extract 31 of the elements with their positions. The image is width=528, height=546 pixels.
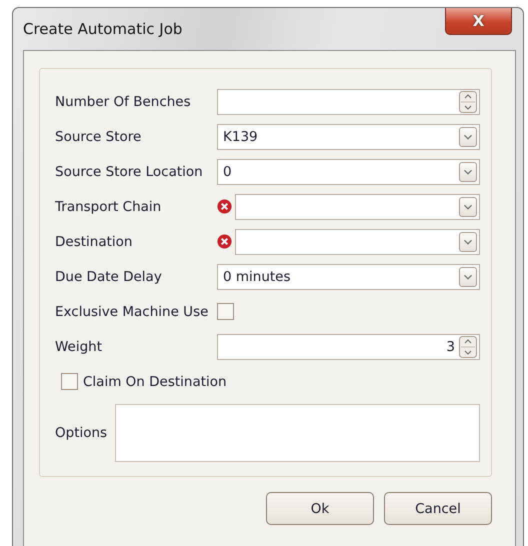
dropdown-field[interactable]: 0 minutes [217, 264, 480, 290]
dropdown-button[interactable] [459, 126, 477, 146]
ok-button[interactable]: Ok [266, 492, 374, 525]
spin-box[interactable]: 3 [217, 334, 480, 360]
field-label: Source Store Location [55, 164, 204, 180]
close-button[interactable]: X [445, 8, 512, 35]
checkbox-label[interactable]: Claim On Destination [83, 374, 227, 390]
dropdown-field[interactable] [235, 228, 480, 254]
checkbox[interactable] [61, 373, 78, 390]
cancel-button[interactable]: Cancel [384, 492, 492, 525]
field-label: Options [55, 425, 108, 441]
spin-buttons[interactable] [459, 90, 477, 112]
checkbox[interactable] [217, 303, 234, 320]
field-label: Source Store [55, 128, 142, 144]
field-label: Due Date Delay [55, 268, 163, 284]
spin-buttons[interactable] [459, 336, 477, 358]
spin-box[interactable] [217, 88, 480, 114]
field-label: Destination [55, 234, 134, 250]
dropdown-button[interactable] [459, 162, 477, 182]
dropdown-button[interactable] [459, 266, 477, 286]
field-label: Transport Chain [55, 198, 162, 214]
field-label: Weight [55, 338, 104, 354]
dropdown-field[interactable]: 0 [217, 158, 480, 184]
dropdown-button[interactable] [459, 196, 477, 216]
dropdown-button[interactable] [459, 232, 477, 252]
dropdown-field[interactable] [235, 194, 480, 220]
dropdown-field[interactable]: K139 [217, 124, 480, 150]
field-label: Number Of Benches [55, 94, 192, 110]
window-title: Create Automatic Job [23, 19, 182, 40]
field-label: Exclusive Machine Use [55, 304, 210, 320]
options-text-area[interactable] [115, 404, 480, 462]
